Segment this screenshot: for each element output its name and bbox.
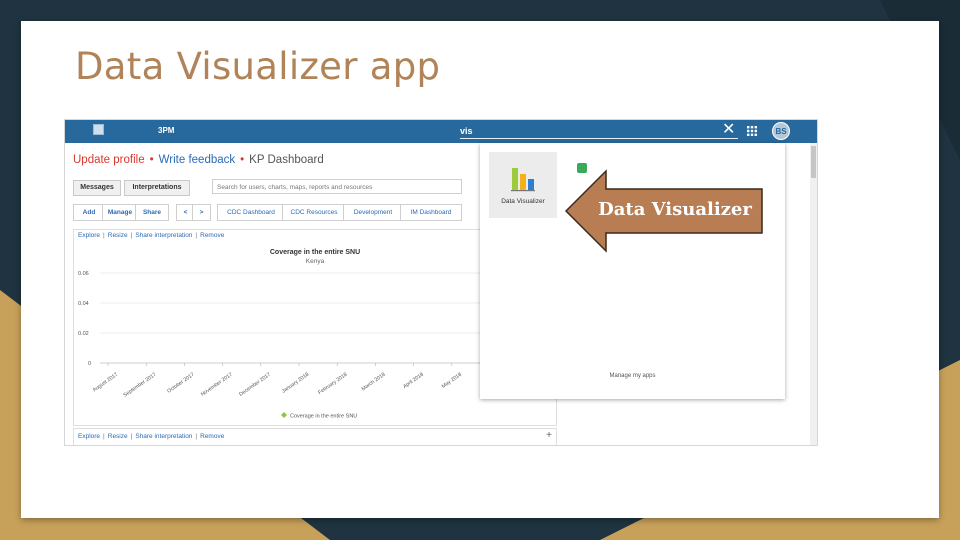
dashboard-item-second: Explore | Resize | Share interpretation | Remo… [73, 428, 557, 445]
chart-subtitle: Kenya [306, 258, 325, 265]
org-name: 3PM [158, 126, 175, 135]
share-interpretation-link[interactable]: Share interpretation [135, 232, 192, 239]
y-tick-label: 0.04 [78, 301, 89, 307]
data-visualizer-icon [511, 168, 535, 192]
messages-button[interactable]: Messages [73, 180, 121, 196]
interpretations-button[interactable]: Interpretations [124, 180, 190, 196]
tab-im-dashboard[interactable]: IM Dashboard [400, 204, 462, 221]
resize-link[interactable]: Resize [108, 232, 128, 239]
app-search-input[interactable]: vis [460, 126, 473, 136]
explore-link[interactable]: Explore [78, 232, 100, 239]
y-tick-label: 0.02 [78, 331, 89, 337]
close-icon[interactable]: ✕ [722, 121, 735, 139]
next-button[interactable]: > [192, 204, 211, 221]
header-bar: 3PM vis ✕ BS [65, 120, 817, 143]
tab-development[interactable]: Development [343, 204, 403, 221]
apps-grid-icon[interactable] [747, 126, 757, 136]
manage-apps-link[interactable]: Manage my apps [480, 373, 785, 379]
remove-link[interactable]: Remove [200, 433, 224, 440]
remove-link[interactable]: Remove [200, 232, 224, 239]
tab-cdc-resources[interactable]: CDC Resources [282, 204, 346, 221]
x-tick-label: September 2017 [122, 372, 157, 399]
x-tick-label: August 2017 [92, 372, 119, 394]
app-tile-data-visualizer[interactable]: Data Visualizer [489, 152, 557, 218]
y-tick-label: 0.06 [78, 271, 89, 277]
tab-cdc-dashboard[interactable]: CDC Dashboard [217, 204, 285, 221]
x-tick-label: October 2017 [166, 372, 195, 395]
app-label: Data Visualizer [501, 198, 545, 205]
share-button[interactable]: Share [135, 204, 169, 221]
x-tick-label: May 2018 [441, 372, 463, 390]
expand-icon[interactable]: + [546, 430, 552, 441]
x-tick-label: March 2018 [361, 372, 387, 393]
y-tick-label: 0 [88, 361, 91, 367]
x-tick-label: November 2017 [200, 372, 234, 398]
logo-icon[interactable] [93, 124, 104, 135]
item-actions: Explore | Resize | Share interpretation | Remo… [78, 232, 225, 239]
add-button[interactable]: Add [73, 204, 105, 221]
x-tick-label: December 2017 [238, 372, 272, 398]
legend-marker [281, 412, 287, 418]
item-actions: Explore | Resize | Share interpretation | Remo… [78, 433, 225, 440]
scrollbar[interactable] [810, 143, 817, 445]
write-feedback-link[interactable]: Write feedback [159, 154, 236, 166]
update-profile-link[interactable]: Update profile [73, 154, 145, 166]
link-separator: • [240, 154, 245, 166]
x-tick-label: January 2018 [281, 372, 310, 395]
dashboard-name: KP Dashboard [249, 154, 324, 166]
global-search-input[interactable]: Search for users, charts, maps, reports … [212, 179, 462, 194]
share-interpretation-link[interactable]: Share interpretation [135, 433, 192, 440]
x-tick-label: February 2018 [317, 372, 348, 396]
slide-title: Data Visualizer app [75, 45, 441, 88]
profile-links: Update profile • Write feedback • KP Dashboa… [73, 154, 324, 166]
legend-label: Coverage in the entire SNU [290, 414, 357, 420]
explore-link[interactable]: Explore [78, 433, 100, 440]
x-tick-label: April 2018 [402, 372, 425, 390]
scrollbar-thumb[interactable] [811, 146, 816, 178]
search-underline [460, 138, 738, 139]
resize-link[interactable]: Resize [108, 433, 128, 440]
avatar[interactable]: BS [772, 122, 790, 140]
manage-button[interactable]: Manage [102, 204, 138, 221]
link-separator: • [149, 154, 154, 166]
callout-label: Data Visualizer [598, 199, 752, 220]
chart-title: Coverage in the entire SNU [270, 249, 360, 256]
